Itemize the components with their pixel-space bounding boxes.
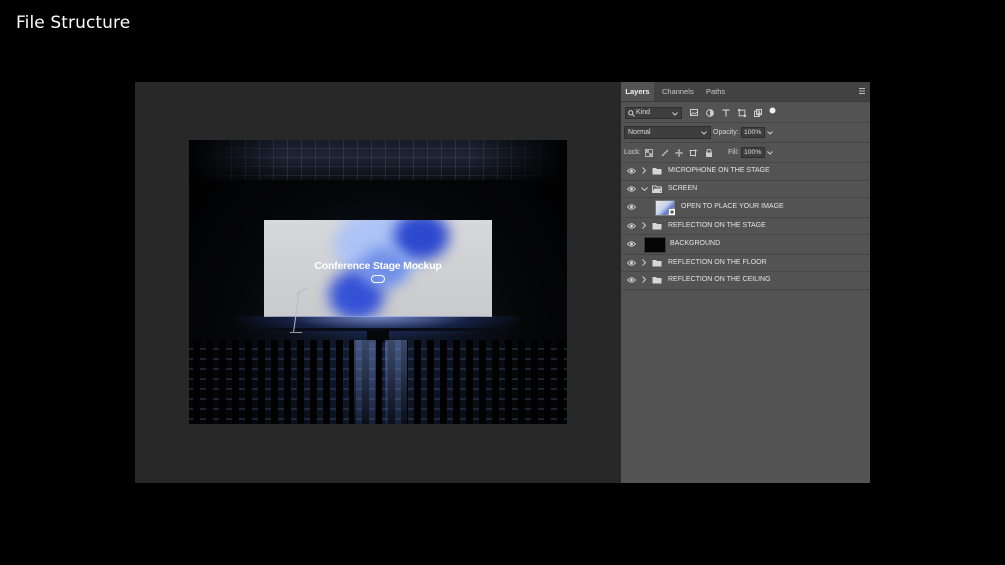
chevron-down-icon [701, 131, 707, 135]
filter-kind-select[interactable]: Kind [625, 107, 682, 119]
filter-kind-label: Kind [636, 109, 651, 116]
eye-icon[interactable] [627, 186, 636, 192]
shape-filter-icon[interactable] [737, 108, 746, 117]
layer-name: BACKGROUND [670, 240, 721, 248]
tab-channels[interactable]: Channels [662, 82, 694, 101]
layer-name: REFLECTION ON THE FLOOR [668, 258, 767, 266]
eye-icon[interactable] [627, 204, 636, 210]
layer-name: SCREEN [668, 184, 698, 192]
layer-row[interactable]: SCREEN [621, 181, 870, 198]
chevron-down-icon[interactable] [641, 186, 648, 191]
ceiling-fade [189, 140, 567, 180]
adjustment-filter-icon[interactable] [705, 108, 714, 117]
lock-paint-icon[interactable] [661, 149, 669, 157]
opacity-chevron-icon[interactable] [767, 131, 773, 135]
aisle-left [354, 340, 376, 424]
blend-mode-row: Normal Opacity: 100% [621, 123, 870, 143]
microphone-base [290, 332, 302, 333]
layer-row[interactable]: BACKGROUND [621, 235, 870, 255]
screen-logo-pill [371, 275, 385, 283]
chevron-right-icon[interactable] [642, 276, 646, 284]
layer-row[interactable]: OPEN TO PLACE YOUR IMAGE [621, 198, 870, 218]
tab-layers[interactable]: Layers [621, 82, 654, 101]
eye-icon[interactable] [627, 260, 636, 266]
layer-name: REFLECTION ON THE STAGE [668, 221, 766, 229]
opacity-label: Opacity: [713, 129, 739, 136]
layer-row[interactable]: REFLECTION ON THE FLOOR [621, 255, 870, 272]
folder-icon [652, 168, 662, 175]
chevron-down-icon [672, 111, 678, 116]
layer-row[interactable]: REFLECTION ON THE STAGE [621, 218, 870, 235]
panel-tabs: Layers Channels Paths [621, 82, 870, 102]
panel-menu-icon[interactable] [859, 88, 865, 94]
eye-icon[interactable] [627, 168, 636, 174]
chevron-right-icon[interactable] [642, 258, 646, 266]
layer-row[interactable]: MICROPHONE ON THE STAGE [621, 163, 870, 181]
layer-row[interactable]: REFLECTION ON THE CEILING [621, 272, 870, 290]
eye-icon[interactable] [627, 241, 636, 247]
opacity-input[interactable]: 100% [741, 127, 765, 138]
lock-transparent-icon[interactable] [645, 148, 653, 157]
blend-mode-select[interactable]: Normal [624, 126, 711, 139]
chevron-right-icon[interactable] [642, 167, 646, 175]
layer-name: OPEN TO PLACE YOUR IMAGE [681, 203, 784, 211]
background-thumbnail [644, 237, 666, 253]
photoshop-window: Conference Stage Mockup Layers Channels … [135, 82, 870, 483]
page-title: File Structure [16, 13, 131, 33]
tab-paths[interactable]: Paths [706, 82, 725, 101]
smart-object-icon [669, 209, 675, 215]
image-filter-icon[interactable] [689, 108, 698, 117]
eye-icon[interactable] [627, 277, 636, 283]
lock-row: Lock: Fill: 100% [621, 143, 870, 163]
layer-filter-row: Kind [621, 102, 870, 123]
folder-icon [652, 277, 662, 284]
aisle-right [385, 340, 407, 424]
chevron-right-icon[interactable] [642, 221, 646, 229]
fill-chevron-icon[interactable] [767, 151, 773, 155]
folder-icon [652, 259, 662, 267]
folder-icon [652, 222, 662, 230]
audience-seats [189, 340, 567, 424]
layers-list: MICROPHONE ON THE STAGE SCREEN OPEN TO P… [621, 163, 870, 290]
type-filter-icon[interactable] [721, 108, 730, 117]
canvas-area[interactable]: Conference Stage Mockup [135, 82, 621, 483]
search-icon [628, 109, 635, 117]
layers-panel: Layers Channels Paths Kind Normal Opacit… [621, 82, 870, 483]
lock-all-icon[interactable] [705, 148, 713, 157]
fill-input[interactable]: 100% [741, 147, 765, 158]
smart-object-filter-icon[interactable] [753, 108, 762, 117]
lock-label: Lock: [624, 149, 641, 156]
lock-artboard-icon[interactable] [689, 148, 698, 157]
fill-label: Fill: [728, 149, 739, 156]
blend-mode-value: Normal [628, 129, 651, 136]
layer-name: REFLECTION ON THE CEILING [668, 276, 771, 284]
filter-toggle-icon[interactable] [768, 106, 777, 115]
screen-title: Conference Stage Mockup [314, 260, 442, 272]
lock-position-icon[interactable] [675, 148, 683, 157]
eye-icon[interactable] [627, 223, 636, 229]
mockup-preview-image: Conference Stage Mockup [189, 140, 567, 424]
layer-name: MICROPHONE ON THE STAGE [668, 167, 770, 175]
folder-open-icon [652, 185, 662, 193]
